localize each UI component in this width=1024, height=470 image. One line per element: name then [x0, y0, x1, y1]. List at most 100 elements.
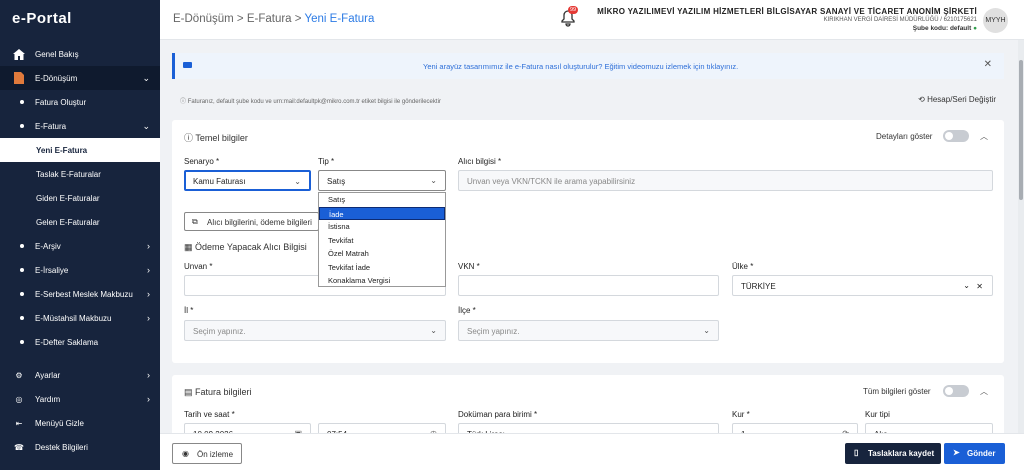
invoice-info-text: ⓘ Faturanız, default şube kodu ve urn:ma…: [180, 96, 441, 105]
save-label: Taslaklara kaydet: [868, 449, 935, 458]
sidebar-item-genel-bakis[interactable]: Genel Bakış: [0, 42, 160, 66]
company-info: MİKRO YAZILIMEVİ YAZILIM HİZMETLERİ BİLG…: [597, 7, 977, 32]
details-toggle-label: Detayları göster: [876, 132, 933, 141]
il-label: İl *: [184, 306, 194, 315]
sidebar-item-fatura-olustur[interactable]: Fatura Oluştur: [0, 90, 160, 114]
avatar[interactable]: MYYH: [983, 8, 1008, 33]
il-select[interactable]: Seçim yapınız. ⌄: [184, 320, 446, 341]
sidebar-item-destek[interactable]: ☎ Destek Bilgileri: [0, 435, 160, 459]
collapse-icon: ⇤: [15, 418, 23, 428]
tip-option-iade[interactable]: İade: [319, 206, 445, 220]
chevron-down-icon: ⌄: [142, 121, 150, 131]
all-details-toggle[interactable]: [943, 385, 969, 397]
sidebar-item-giden-e-faturalar[interactable]: Giden E-Faturalar: [0, 186, 160, 210]
sidebar-item-e-fatura[interactable]: E-Fatura ⌄: [0, 114, 160, 138]
ulke-select[interactable]: TÜRKİYE ⌄ ✕: [732, 275, 993, 296]
sidebar-item-yeni-e-fatura[interactable]: Yeni E-Fatura: [0, 138, 160, 162]
date-label: Tarih ve saat *: [184, 410, 235, 419]
sidebar-item-gelen-e-faturalar[interactable]: Gelen E-Faturalar: [0, 210, 160, 234]
tip-dropdown: Satış İade İstisna Tevkifat Özel Matrah …: [318, 192, 446, 287]
invoice-title: ▤ Fatura bilgileri: [184, 387, 252, 398]
sidebar-item-taslak-e-faturalar[interactable]: Taslak E-Faturalar: [0, 162, 160, 186]
sidebar-item-e-donusum[interactable]: E-Dönüşüm ⌄: [0, 66, 160, 90]
info-icon: ⓘ: [180, 99, 187, 105]
tip-select[interactable]: Satış ⌄: [318, 170, 446, 191]
save-icon: ▯: [854, 448, 859, 457]
copy-icon: ⧉: [192, 217, 198, 226]
breadcrumb-separator: >: [294, 13, 302, 25]
sidebar-item-e-defter[interactable]: E-Defter Saklama: [0, 330, 160, 354]
alici-label: Alıcı bilgisi *: [458, 157, 502, 166]
hesap-seri-degistir-button[interactable]: ⟲ Hesap/Seri Değiştir: [918, 95, 996, 104]
tip-option-tevkifat-iade[interactable]: Tevkifat İade: [319, 261, 445, 275]
tip-option-konaklama[interactable]: Konaklama Vergisi: [319, 274, 445, 288]
sidebar-item-label: Yardım: [35, 394, 61, 404]
preview-button[interactable]: ◉ Ön izleme: [172, 443, 242, 464]
hesap-label: Hesap/Seri Değiştir: [927, 95, 996, 104]
senaryo-select[interactable]: Kamu Faturası ⌄: [184, 170, 311, 191]
chevron-down-icon: ⌄: [294, 177, 301, 186]
tip-option-satis[interactable]: Satış: [319, 193, 445, 207]
sidebar-item-label: Fatura Oluştur: [35, 97, 87, 107]
sidebar-item-e-irsaliye[interactable]: E-İrsaliye ›: [0, 258, 160, 282]
bullet-icon: [20, 100, 24, 104]
footer-actions: ◉ Ön izleme ▯ Taslaklara kaydet ➤ Gönder: [160, 433, 1024, 470]
sidebar-item-label: E-İrsaliye: [35, 265, 69, 275]
ilce-label: İlçe *: [458, 306, 476, 315]
chevron-down-icon: ⌄: [703, 326, 710, 335]
ilce-placeholder: Seçim yapınız.: [467, 327, 520, 336]
sidebar-item-menuyu-gizle[interactable]: ⇤ Menüyü Gizle: [0, 411, 160, 435]
senaryo-value: Kamu Faturası: [193, 177, 246, 186]
senaryo-label: Senaryo *: [184, 157, 220, 166]
notification-bell[interactable]: 99: [560, 6, 579, 29]
scrollbar-thumb[interactable]: [1019, 60, 1023, 200]
sidebar-item-e-mustahsil[interactable]: E-Müstahsil Makbuzu ›: [0, 306, 160, 330]
sidebar-item-label: E-Dönüşüm: [35, 73, 78, 83]
send-label: Gönder: [967, 449, 996, 458]
bullet-icon: [20, 244, 24, 248]
tip-option-tevkifat[interactable]: Tevkifat: [319, 234, 445, 248]
sidebar-item-yardim[interactable]: ◎ Yardım ›: [0, 387, 160, 411]
chevron-right-icon: ›: [147, 370, 150, 380]
bullet-icon: [20, 316, 24, 320]
notice-text[interactable]: Yeni arayüz tasarımımız ile e-Fatura nas…: [423, 62, 738, 71]
sidebar-item-label: E-Serbest Meslek Makbuzu: [35, 289, 133, 299]
details-toggle[interactable]: [943, 130, 969, 142]
send-icon: ➤: [953, 448, 960, 457]
payee-title-text: Ödeme Yapacak Alıcı Bilgisi: [195, 242, 307, 252]
chevron-right-icon: ›: [147, 313, 150, 323]
close-icon[interactable]: ✕: [984, 59, 992, 70]
sidebar-item-label: Taslak E-Faturalar: [36, 169, 101, 179]
kur-tipi-label: Kur tipi: [865, 410, 890, 419]
scrollbar[interactable]: [1018, 40, 1024, 433]
tip-option-ozel-matrah[interactable]: Özel Matrah: [319, 247, 445, 261]
bullet-icon: [20, 124, 24, 128]
document-icon: ▤: [184, 387, 193, 397]
clear-icon[interactable]: ✕: [976, 282, 983, 291]
check-icon: ●: [973, 25, 977, 32]
vkn-input[interactable]: [458, 275, 719, 296]
chevron-up-icon[interactable]: ︿: [980, 131, 988, 142]
sidebar-item-ayarlar[interactable]: ⚙ Ayarlar ›: [0, 363, 160, 387]
document-icon: [11, 70, 27, 86]
sidebar-item-label: Gelen E-Faturalar: [36, 217, 100, 227]
support-icon: ☎: [14, 442, 24, 452]
sidebar-item-e-arsiv[interactable]: E-Arşiv ›: [0, 234, 160, 258]
info-icon: ⓘ: [184, 133, 194, 143]
alici-search-input[interactable]: Unvan veya VKN/TCKN ile arama yapabilirs…: [458, 170, 993, 191]
ilce-select[interactable]: Seçim yapınız. ⌄: [458, 320, 719, 341]
preview-label: Ön izleme: [197, 450, 234, 459]
breadcrumb-e-fatura[interactable]: E-Fatura: [247, 13, 292, 25]
save-draft-button[interactable]: ▯ Taslaklara kaydet: [845, 443, 941, 464]
unvan-label: Unvan *: [184, 262, 213, 271]
breadcrumb-e-donusum[interactable]: E-Dönüşüm: [173, 13, 234, 25]
sidebar-item-e-serbest-meslek[interactable]: E-Serbest Meslek Makbuzu ›: [0, 282, 160, 306]
tip-option-istisna[interactable]: İstisna: [319, 220, 445, 234]
il-placeholder: Seçim yapınız.: [193, 327, 246, 336]
chevron-up-icon[interactable]: ︿: [980, 386, 988, 397]
eye-icon: ◉: [182, 449, 189, 458]
alici-odeme-button[interactable]: ⧉ Alıcı bilgilerini, ödeme bilgileri: [184, 212, 319, 231]
sidebar-item-label: Giden E-Faturalar: [36, 193, 100, 203]
tutorial-notice[interactable]: Yeni arayüz tasarımımız ile e-Fatura nas…: [172, 53, 1004, 79]
send-button[interactable]: ➤ Gönder: [944, 443, 1005, 464]
